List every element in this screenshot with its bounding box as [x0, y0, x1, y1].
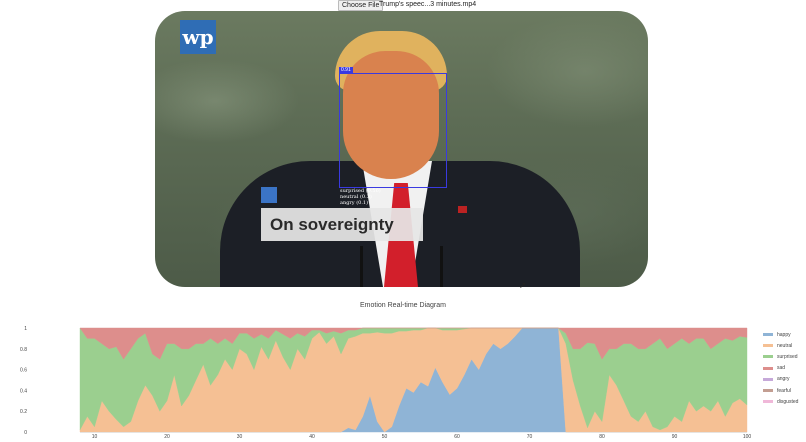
legend-swatch — [763, 377, 773, 381]
y-tick-label: 0.2 — [20, 409, 27, 415]
y-tick-label: 0.4 — [20, 388, 27, 394]
legend-item-neutral[interactable]: neutral — [763, 340, 798, 351]
x-tick-label: 40 — [309, 434, 315, 440]
legend-label: fearful — [777, 387, 791, 394]
y-tick-label: 0 — [24, 430, 27, 436]
legend-item-disgusted[interactable]: disgusted — [763, 396, 798, 407]
x-tick-label: 50 — [382, 434, 388, 440]
x-tick-label: 20 — [164, 434, 170, 440]
legend-label: happy — [777, 331, 791, 338]
legend-label: disgusted — [777, 398, 799, 405]
x-tick-label: 10 — [92, 434, 98, 440]
y-tick-label: 0.6 — [20, 368, 27, 374]
legend-label: surprised — [777, 353, 798, 360]
legend-label: angry — [777, 376, 790, 383]
legend-item-angry[interactable]: angry — [763, 374, 798, 385]
y-tick-label: 0.8 — [20, 347, 27, 353]
legend-swatch — [763, 366, 773, 370]
legend-swatch — [763, 355, 773, 359]
chart-legend: happy neutral surprised sad angry fearful disg… — [763, 329, 798, 407]
legend-item-happy[interactable]: happy — [763, 329, 798, 340]
legend-swatch — [763, 344, 773, 348]
legend-item-surprised[interactable]: surprised — [763, 351, 798, 362]
y-tick-label: 1 — [24, 326, 27, 332]
x-tick-label: 90 — [672, 434, 678, 440]
legend-label: sad — [777, 365, 786, 372]
emotion-chart: 0 0.2 0.4 0.6 0.8 1 10 20 30 40 50 60 70 80 90 100 — [20, 326, 752, 440]
legend-item-sad[interactable]: sad — [763, 363, 798, 374]
x-tick-label: 100 — [743, 434, 752, 440]
x-tick-label: 70 — [527, 434, 533, 440]
legend-swatch — [763, 333, 773, 337]
x-tick-label: 80 — [599, 434, 605, 440]
x-tick-label: 30 — [237, 434, 243, 440]
legend-label: neutral — [777, 342, 793, 349]
legend-swatch — [763, 389, 773, 393]
legend-swatch — [763, 400, 773, 404]
legend-item-fearful[interactable]: fearful — [763, 385, 798, 396]
x-tick-label: 60 — [454, 434, 460, 440]
